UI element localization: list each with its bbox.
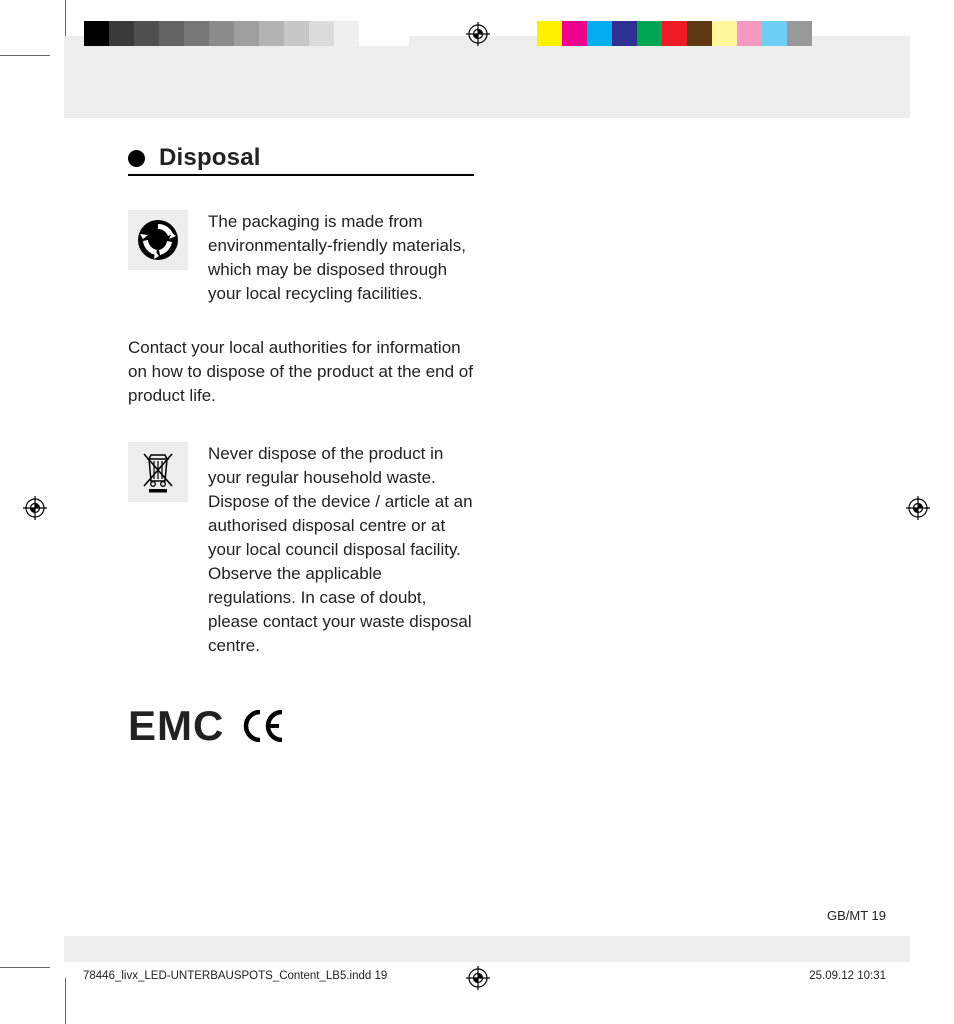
color-swatch xyxy=(587,21,612,46)
crop-mark xyxy=(0,55,50,56)
registration-mark-icon xyxy=(906,496,930,520)
registration-mark-icon xyxy=(23,496,47,520)
emc-label: EMC xyxy=(128,702,224,750)
compliance-marks: EMC xyxy=(128,702,474,750)
footer-filename: 78446_livx_LED-UNTERBAUSPOTS_Content_LB5… xyxy=(83,970,387,982)
color-swatch xyxy=(562,21,587,46)
color-swatch xyxy=(712,21,737,46)
color-swatch xyxy=(209,21,234,46)
color-swatch xyxy=(259,21,284,46)
registration-mark-icon xyxy=(466,22,490,46)
color-swatch xyxy=(787,21,812,46)
disposal-authorities-text: Contact your local authorities for infor… xyxy=(128,336,474,408)
color-swatch xyxy=(309,21,334,46)
page-footer-band xyxy=(64,936,910,962)
color-swatch xyxy=(762,21,787,46)
color-swatch xyxy=(159,21,184,46)
color-swatch xyxy=(737,21,762,46)
color-swatch xyxy=(134,21,159,46)
registration-mark-icon xyxy=(466,966,490,990)
weee-block: Never dispose of the product in your reg… xyxy=(128,442,474,658)
printer-colorbar-color xyxy=(537,21,812,46)
ce-mark-icon xyxy=(242,710,286,742)
color-swatch xyxy=(334,21,359,46)
footer-datetime: 25.09.12 10:31 xyxy=(809,970,886,982)
crop-mark xyxy=(65,978,66,1024)
page-header-band xyxy=(64,36,910,118)
content-column: Disposal The packaging is made from envi… xyxy=(128,144,474,750)
footer-file-info: 78446_livx_LED-UNTERBAUSPOTS_Content_LB5… xyxy=(83,970,387,982)
color-swatch xyxy=(637,21,662,46)
color-swatch xyxy=(359,21,384,46)
recycling-text: The packaging is made from environmental… xyxy=(208,210,474,306)
heading-bullet-icon xyxy=(128,150,145,167)
color-swatch xyxy=(612,21,637,46)
color-swatch xyxy=(284,21,309,46)
printer-colorbar-grayscale xyxy=(84,21,409,46)
crop-mark xyxy=(0,967,50,968)
color-swatch xyxy=(84,21,109,46)
page-number-label: GB/MT 19 xyxy=(827,908,886,923)
recycling-block: The packaging is made from environmental… xyxy=(128,210,474,306)
recycle-arrows-icon xyxy=(128,210,188,270)
crossed-bin-icon xyxy=(128,442,188,502)
color-swatch xyxy=(687,21,712,46)
weee-text: Never dispose of the product in your reg… xyxy=(208,442,474,658)
color-swatch xyxy=(537,21,562,46)
color-swatch xyxy=(234,21,259,46)
color-swatch xyxy=(384,21,409,46)
color-swatch xyxy=(109,21,134,46)
color-swatch xyxy=(184,21,209,46)
color-swatch xyxy=(662,21,687,46)
section-heading: Disposal xyxy=(159,144,261,172)
section-heading-row: Disposal xyxy=(128,144,474,176)
